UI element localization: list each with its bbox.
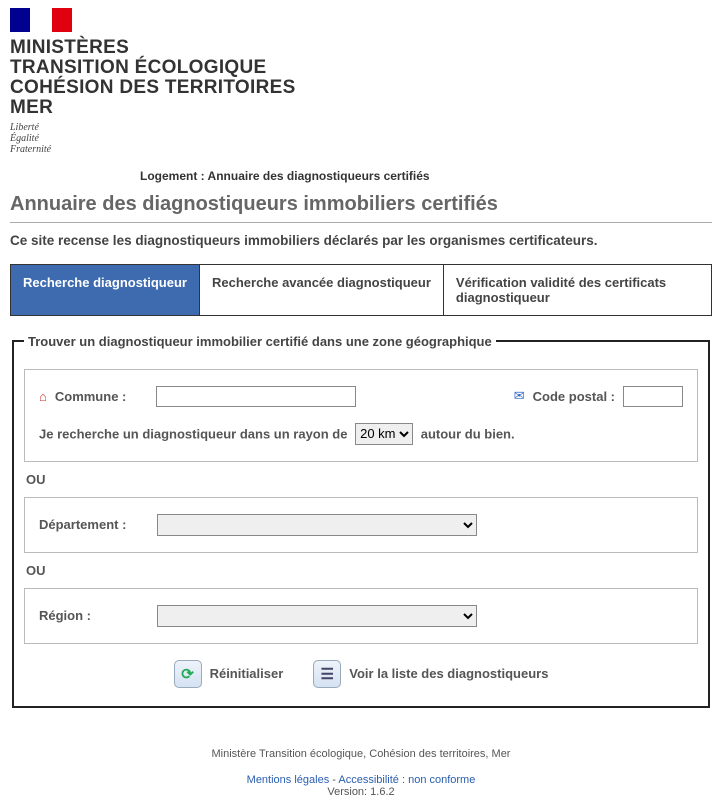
commune-label: Commune : (55, 389, 127, 404)
search-fieldset: Trouver un diagnostiqueur immobilier cer… (12, 334, 710, 708)
footer-ministere: Ministère Transition écologique, Cohésio… (10, 748, 712, 760)
radius-select[interactable]: 20 km (355, 423, 413, 445)
region-select[interactable] (157, 605, 477, 627)
footer-mentions-link[interactable]: Mentions légales (247, 774, 330, 786)
radius-post-text: autour du bien. (421, 426, 515, 441)
page-title: Annuaire des diagnostiqueurs immobiliers… (10, 193, 712, 216)
tab-verification[interactable]: Vérification validité des certificats di… (444, 265, 711, 315)
ministere-name: MINISTÈRES TRANSITION ÉCOLOGIQUE COHÉSIO… (10, 38, 712, 118)
radius-line: Je recherche un diagnostiqueur dans un r… (39, 423, 683, 445)
separator-ou-1: OU (26, 472, 696, 487)
house-icon: ⌂ (39, 389, 47, 404)
reset-label: Réinitialiser (210, 666, 284, 681)
footer: Ministère Transition écologique, Cohésio… (10, 748, 712, 798)
mail-icon: ✉ (514, 388, 525, 404)
devise: Liberté Égalité Fraternité (10, 122, 712, 155)
list-label: Voir la liste des diagnostiqueurs (349, 666, 548, 681)
list-button[interactable]: ☰ Voir la liste des diagnostiqueurs (313, 660, 548, 688)
separator-ou-2: OU (26, 563, 696, 578)
tabs: Recherche diagnostiqueur Recherche avanc… (10, 264, 712, 316)
commune-input[interactable] (156, 386, 356, 407)
french-flag-logo (10, 8, 712, 32)
fieldset-legend: Trouver un diagnostiqueur immobilier cer… (24, 334, 496, 349)
footer-version: Version: 1.6.2 (10, 786, 712, 798)
page-subtitle: Ce site recense les diagnostiqueurs immo… (10, 233, 712, 248)
gov-header: MINISTÈRES TRANSITION ÉCOLOGIQUE COHÉSIO… (10, 8, 712, 155)
codepostal-input[interactable] (623, 386, 683, 407)
departement-label: Département : (39, 517, 149, 532)
tab-recherche-avancee[interactable]: Recherche avancée diagnostiqueur (200, 265, 444, 315)
list-icon: ☰ (313, 660, 341, 688)
refresh-icon: ⟳ (174, 660, 202, 688)
block-region: Région : (24, 588, 698, 644)
block-departement: Département : (24, 497, 698, 553)
reset-button[interactable]: ⟳ Réinitialiser (174, 660, 284, 688)
region-label: Région : (39, 608, 149, 623)
radius-pre-text: Je recherche un diagnostiqueur dans un r… (39, 426, 347, 441)
tab-recherche[interactable]: Recherche diagnostiqueur (11, 265, 200, 315)
block-commune: ⌂ Commune : ✉ Code postal : Je recherche… (24, 369, 698, 462)
action-row: ⟳ Réinitialiser ☰ Voir la liste des diag… (24, 660, 698, 688)
footer-accessibilite-link[interactable]: Accessibilité : non conforme (338, 774, 475, 786)
divider (10, 222, 712, 223)
codepostal-label: Code postal : (533, 389, 615, 404)
breadcrumb: Logement : Annuaire des diagnostiqueurs … (10, 169, 712, 183)
departement-select[interactable] (157, 514, 477, 536)
